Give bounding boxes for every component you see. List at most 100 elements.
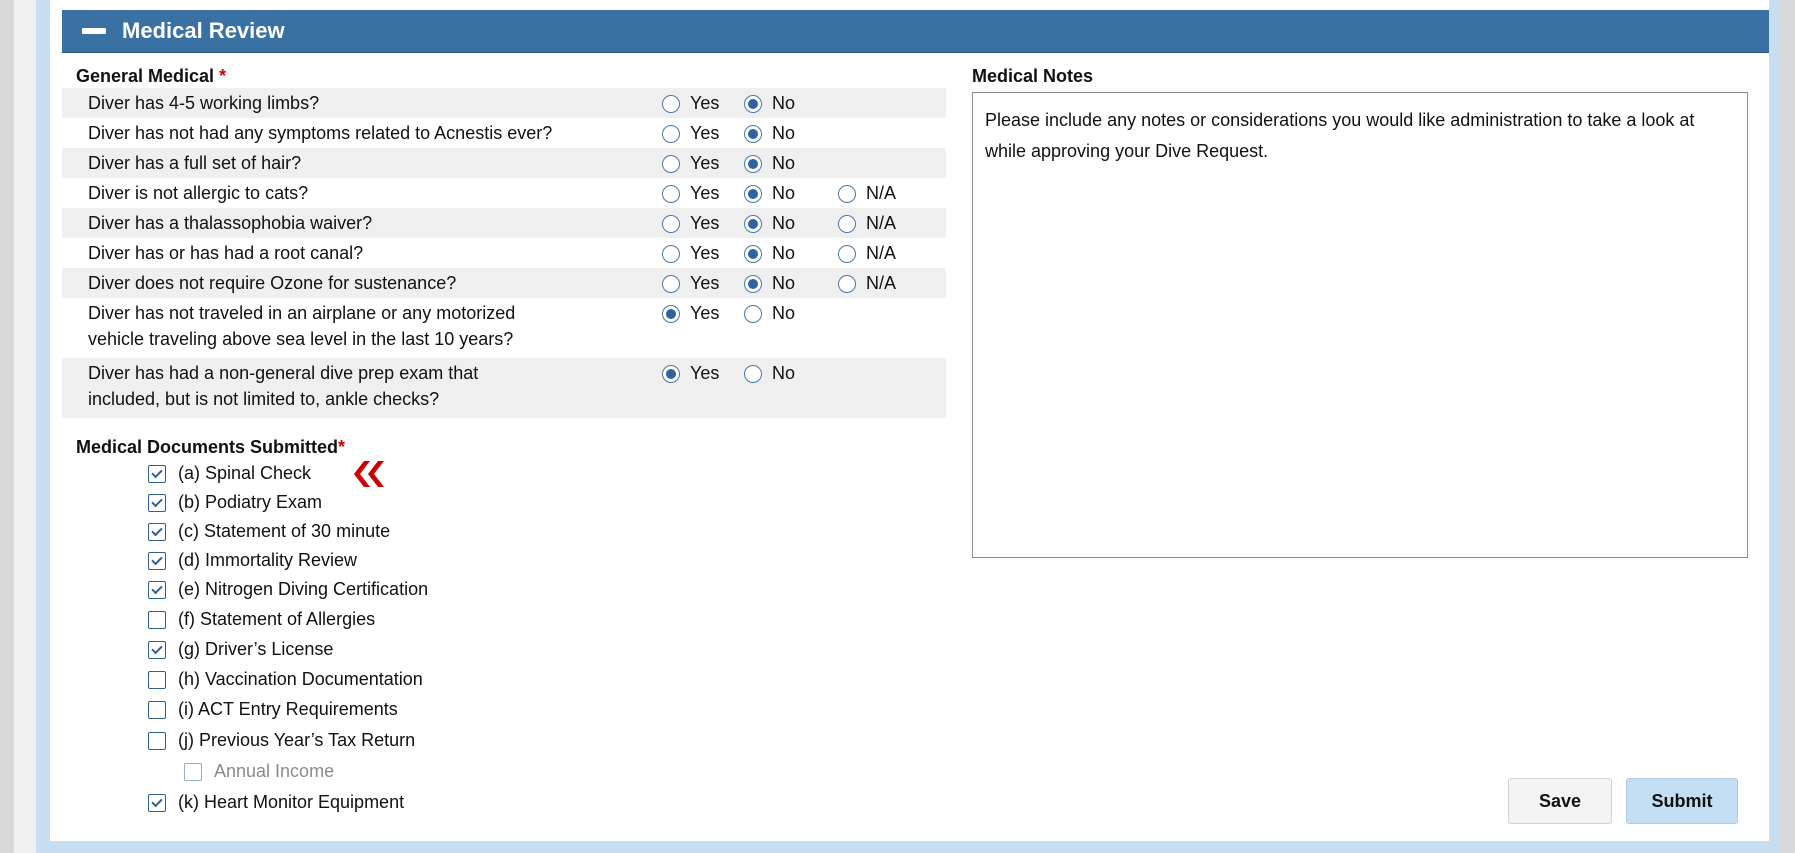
document-label: (g) Driver’s License — [178, 639, 334, 659]
radio-label: No — [772, 303, 796, 323]
question-row: Diver does not require Ozone for sustena… — [62, 268, 946, 298]
required-marker: * — [338, 437, 346, 457]
radio-option-na[interactable]: N/A — [838, 243, 896, 264]
radio-button[interactable] — [838, 244, 856, 263]
radio-label: Yes — [690, 153, 720, 173]
required-marker: * — [219, 66, 227, 86]
radio-button[interactable] — [662, 214, 680, 233]
radio-button[interactable] — [744, 244, 762, 263]
radio-label: Yes — [690, 273, 720, 293]
medical-notes-textarea[interactable]: Please include any notes or consideratio… — [972, 92, 1748, 558]
radio-label: No — [772, 363, 796, 383]
radio-option-yes[interactable]: Yes — [662, 213, 719, 234]
radio-label: Yes — [690, 183, 720, 203]
radio-button[interactable] — [662, 124, 680, 143]
radio-option-no[interactable]: No — [744, 153, 795, 174]
question-row: Diver has 4-5 working limbs? Yes No — [62, 88, 946, 118]
radio-button[interactable] — [838, 274, 856, 293]
radio-option-no[interactable]: No — [744, 243, 795, 264]
document-label: (f) Statement of Allergies — [178, 609, 376, 629]
radio-button[interactable] — [744, 364, 762, 383]
radio-label: Yes — [690, 303, 720, 323]
radio-option-yes[interactable]: Yes — [662, 363, 719, 384]
radio-button[interactable] — [744, 184, 762, 203]
document-item[interactable]: (c) Statement of 30 minute — [148, 521, 390, 542]
document-label: (e) Nitrogen Diving Certification — [178, 579, 429, 599]
radio-button[interactable] — [662, 304, 680, 323]
document-checkbox[interactable] — [148, 580, 166, 599]
radio-button[interactable] — [662, 184, 680, 203]
radio-button[interactable] — [744, 94, 762, 113]
section-header[interactable]: Medical Review — [62, 10, 1769, 53]
radio-option-yes[interactable]: Yes — [662, 303, 719, 324]
document-item[interactable]: (b) Podiatry Exam — [148, 492, 322, 513]
radio-button[interactable] — [744, 154, 762, 173]
document-item[interactable]: Annual Income — [184, 761, 334, 782]
collapse-icon[interactable] — [82, 28, 106, 34]
radio-label: N/A — [866, 273, 897, 293]
radio-button[interactable] — [744, 274, 762, 293]
radio-button[interactable] — [744, 304, 762, 323]
document-item[interactable]: (f) Statement of Allergies — [148, 609, 375, 630]
radio-option-yes[interactable]: Yes — [662, 183, 719, 204]
document-checkbox[interactable] — [148, 493, 166, 512]
document-checkbox[interactable] — [148, 522, 166, 541]
radio-option-no[interactable]: No — [744, 183, 795, 204]
radio-button[interactable] — [838, 214, 856, 233]
radio-option-yes[interactable]: Yes — [662, 243, 719, 264]
document-checkbox[interactable] — [148, 793, 166, 812]
document-checkbox[interactable] — [148, 700, 166, 719]
submit-button[interactable]: Submit — [1626, 778, 1738, 824]
section-title: Medical Review — [122, 18, 285, 43]
radio-option-na[interactable]: N/A — [838, 273, 896, 294]
question-text: Diver has a full set of hair? — [88, 153, 302, 173]
document-checkbox[interactable] — [148, 670, 166, 689]
radio-option-no[interactable]: No — [744, 123, 795, 144]
document-item[interactable]: (k) Heart Monitor Equipment — [148, 792, 404, 813]
document-item[interactable]: (a) Spinal Check — [148, 463, 311, 484]
document-checkbox[interactable] — [148, 464, 166, 483]
document-checkbox[interactable] — [148, 640, 166, 659]
radio-button[interactable] — [662, 244, 680, 263]
document-checkbox[interactable] — [148, 731, 166, 750]
document-item[interactable]: (e) Nitrogen Diving Certification — [148, 579, 428, 600]
document-label: (b) Podiatry Exam — [178, 492, 323, 512]
radio-button[interactable] — [838, 184, 856, 203]
radio-button[interactable] — [662, 94, 680, 113]
radio-option-yes[interactable]: Yes — [662, 93, 719, 114]
document-item[interactable]: (i) ACT Entry Requirements — [148, 699, 398, 720]
radio-option-na[interactable]: N/A — [838, 183, 896, 204]
radio-option-yes[interactable]: Yes — [662, 123, 719, 144]
document-checkbox[interactable] — [148, 551, 166, 570]
radio-label: N/A — [866, 213, 897, 233]
save-button[interactable]: Save — [1508, 778, 1612, 824]
radio-label: No — [772, 243, 796, 263]
radio-button[interactable] — [662, 274, 680, 293]
question-row: Diver has not had any symptoms related t… — [62, 118, 946, 148]
radio-option-yes[interactable]: Yes — [662, 153, 719, 174]
question-text: Diver has a thalassophobia waiver? — [88, 213, 373, 233]
question-text-line: Diver has not traveled in an airplane or… — [88, 303, 516, 323]
radio-button[interactable] — [744, 214, 762, 233]
document-item[interactable]: (d) Immortality Review — [148, 550, 357, 571]
radio-option-no[interactable]: No — [744, 273, 795, 294]
radio-label: No — [772, 93, 796, 113]
radio-button[interactable] — [662, 364, 680, 383]
question-text: Diver has not traveled in an airplane or… — [88, 300, 515, 352]
radio-option-no[interactable]: No — [744, 303, 795, 324]
radio-option-no[interactable]: No — [744, 363, 795, 384]
radio-button[interactable] — [662, 154, 680, 173]
document-item[interactable]: (j) Previous Year’s Tax Return — [148, 730, 415, 751]
document-checkbox[interactable] — [148, 610, 166, 629]
radio-option-no[interactable]: No — [744, 213, 795, 234]
question-row: Diver has a full set of hair? Yes No — [62, 148, 946, 178]
question-row: Diver is not allergic to cats? Yes No N/A — [62, 178, 946, 208]
question-text: Diver has or has had a root canal? — [88, 243, 364, 263]
radio-option-yes[interactable]: Yes — [662, 273, 719, 294]
radio-option-na[interactable]: N/A — [838, 213, 896, 234]
document-item[interactable]: (h) Vaccination Documentation — [148, 669, 423, 690]
radio-option-no[interactable]: No — [744, 93, 795, 114]
radio-button[interactable] — [744, 124, 762, 143]
document-item[interactable]: (g) Driver’s License — [148, 639, 333, 660]
radio-label: N/A — [866, 183, 897, 203]
